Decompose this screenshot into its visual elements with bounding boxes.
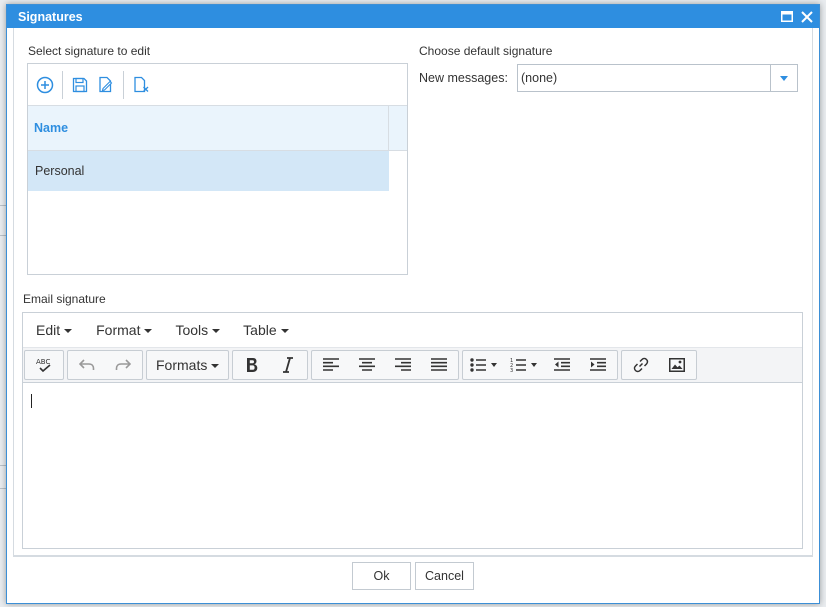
insert-group — [621, 350, 698, 380]
align-center-icon — [359, 358, 376, 371]
text-cursor — [31, 394, 32, 408]
rename-icon — [99, 76, 113, 93]
align-left-button[interactable] — [313, 352, 349, 378]
email-signature-label: Email signature — [23, 292, 106, 306]
menu-table-label: Table — [243, 322, 277, 338]
caret-down-icon — [212, 329, 221, 333]
new-messages-select[interactable]: (none) — [517, 64, 798, 92]
align-justify-icon — [431, 358, 448, 371]
menu-edit[interactable]: Edit — [27, 316, 81, 344]
menu-tools-label: Tools — [175, 322, 209, 338]
spellcheck-button[interactable]: ABC — [26, 352, 62, 378]
italic-icon — [283, 357, 294, 373]
bold-button[interactable] — [234, 352, 270, 378]
menu-tools[interactable]: Tools — [166, 316, 229, 344]
insert-image-button[interactable] — [659, 352, 695, 378]
footer-divider — [13, 555, 813, 556]
editor-toolbar: ABC Formats 1 2 3 — [23, 348, 802, 383]
align-right-icon — [395, 358, 412, 371]
numbered-list-icon: 123 — [510, 358, 538, 373]
formats-label: Formats — [156, 357, 208, 373]
caret-down-icon — [144, 329, 153, 333]
column-header-name[interactable]: Name — [28, 106, 389, 150]
table-row[interactable]: Personal — [28, 151, 389, 191]
align-right-button[interactable] — [385, 352, 421, 378]
save-signature-button[interactable] — [67, 71, 93, 99]
menu-table[interactable]: Table — [234, 316, 297, 344]
list-group: 123 — [462, 350, 619, 380]
chevron-down-icon — [780, 75, 788, 81]
outdent-button[interactable] — [544, 352, 580, 378]
indent-button[interactable] — [580, 352, 616, 378]
spellcheck-icon: ABC — [36, 358, 51, 373]
add-circle-icon — [36, 76, 54, 93]
spellcheck-icon-text: ABC — [36, 358, 50, 366]
rename-signature-button[interactable] — [93, 71, 119, 99]
align-justify-button[interactable] — [421, 352, 457, 378]
caret-down-icon — [280, 329, 289, 333]
delete-signature-button[interactable] — [128, 71, 154, 99]
signature-list-toolbar — [28, 64, 407, 106]
align-left-icon — [323, 358, 340, 371]
save-icon — [72, 77, 88, 92]
delete-icon — [133, 76, 148, 93]
link-icon — [634, 357, 649, 373]
signature-list-panel: Name Personal — [27, 63, 408, 275]
bullet-list-icon — [470, 358, 498, 372]
toolbar-separator — [123, 70, 124, 99]
outdent-icon — [554, 358, 571, 371]
signature-name: Personal — [35, 164, 85, 178]
dialog-titlebar[interactable]: Signatures — [7, 5, 819, 28]
caret-down-icon — [211, 364, 220, 368]
dialog-title: Signatures — [18, 9, 83, 24]
redo-button[interactable] — [105, 352, 141, 378]
new-messages-label: New messages: — [419, 71, 508, 85]
text-style-group — [232, 350, 309, 380]
new-messages-value: (none) — [521, 71, 558, 85]
maximize-button[interactable] — [777, 7, 797, 27]
maximize-icon — [781, 11, 793, 22]
history-group — [67, 350, 143, 380]
grid-header: Name — [28, 106, 407, 151]
add-signature-button[interactable] — [32, 71, 58, 99]
caret-down-icon — [64, 329, 73, 333]
bullet-list-button[interactable] — [464, 352, 504, 378]
cancel-button[interactable]: Cancel — [415, 562, 474, 590]
menu-edit-label: Edit — [36, 322, 61, 338]
redo-icon — [115, 359, 131, 370]
toolbar-separator — [62, 70, 63, 99]
alignment-group — [311, 350, 460, 380]
select-signature-label: Select signature to edit — [28, 44, 151, 58]
ok-button[interactable]: Ok — [352, 562, 411, 590]
spellcheck-group: ABC — [24, 350, 64, 380]
numbered-list-button[interactable]: 123 — [504, 352, 544, 378]
signatures-dialog: Signatures Select signature to edit Name… — [6, 4, 820, 604]
image-icon — [669, 358, 686, 372]
close-icon — [801, 10, 813, 23]
menu-format[interactable]: Format — [87, 316, 161, 344]
signature-edit-area[interactable] — [23, 384, 802, 548]
undo-icon — [79, 359, 95, 370]
dropdown-button[interactable] — [770, 65, 797, 91]
italic-button[interactable] — [270, 352, 306, 378]
formats-group: Formats — [146, 350, 230, 380]
undo-button[interactable] — [69, 352, 105, 378]
signature-editor: Edit Format Tools Table ABC Formats 1 2 … — [22, 312, 803, 549]
align-center-button[interactable] — [349, 352, 385, 378]
menu-format-label: Format — [96, 322, 141, 338]
indent-icon — [590, 358, 607, 371]
default-signature-label: Choose default signature — [419, 44, 553, 58]
svg-text:3: 3 — [510, 368, 513, 373]
formats-dropdown[interactable]: Formats — [148, 352, 227, 378]
insert-link-button[interactable] — [623, 352, 659, 378]
editor-menubar: Edit Format Tools Table — [23, 313, 802, 348]
close-button[interactable] — [797, 7, 817, 27]
bold-icon — [247, 358, 258, 372]
